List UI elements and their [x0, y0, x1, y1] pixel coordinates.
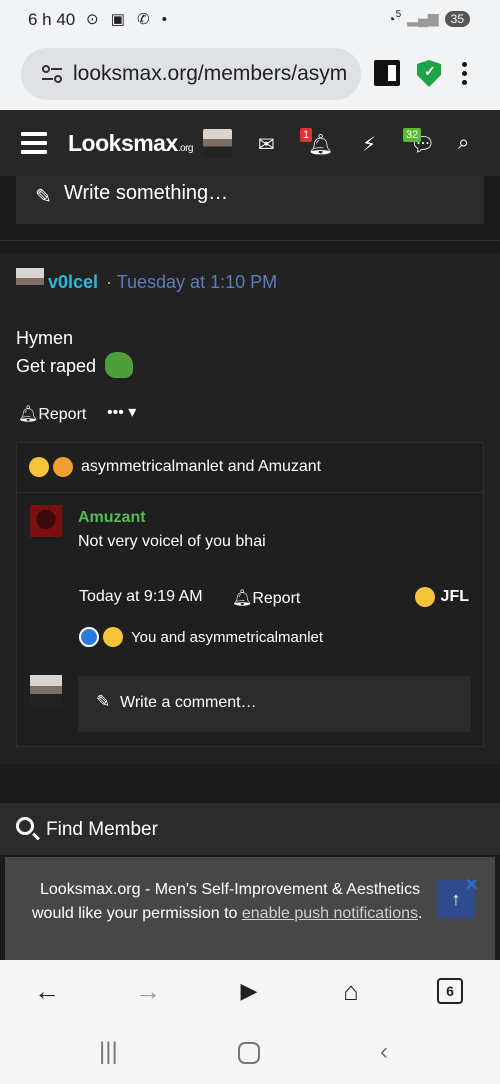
comments-section: asymmetricalmanlet and Amuzant Amuzant N…: [16, 442, 484, 747]
site-logo[interactable]: Looksmax.org: [68, 130, 194, 157]
write-status-label: Write something…: [64, 182, 229, 204]
find-member-label: Find Member: [46, 819, 158, 840]
search-icon[interactable]: ⌕: [458, 132, 469, 155]
browser-toolbar: looksmax.org/members/asym ✓: [0, 40, 500, 110]
jfl-reaction-button[interactable]: JFL: [414, 587, 469, 607]
site-header: Looksmax.org ✉ 🔔︎ 1 ⚡︎ 💬︎ 32 ⌕: [0, 110, 500, 176]
status-bar: 6 h 40 ⊙ ▣ ✆ • ◔ 5 ▂▄▆ 35: [0, 0, 500, 40]
security-shield-icon[interactable]: ✓: [417, 60, 441, 87]
divider: [17, 492, 483, 493]
comment-timestamp[interactable]: Today at 9:19 AM: [79, 588, 203, 606]
forward-arrow-icon[interactable]: →: [131, 974, 165, 1008]
reaction-summary[interactable]: asymmetricalmanlet and Amuzant: [29, 457, 321, 477]
comment-placeholder: Write a comment…: [120, 694, 257, 711]
notification-icons: ⊙ ▣ ✆ •: [86, 11, 172, 28]
system-status: ◔ 5 ▂▄▆ 35: [387, 9, 470, 27]
comment-author[interactable]: Amuzant: [78, 509, 146, 527]
browser-menu-icon[interactable]: [462, 62, 468, 86]
back-arrow-icon[interactable]: ←: [30, 974, 64, 1008]
conversations-badge: 32: [403, 128, 422, 142]
notice-text: Looksmax.org - Men's Self-Improvement & …: [40, 881, 421, 898]
lightning-icon[interactable]: ⚡︎: [362, 132, 376, 157]
pencil-icon: ✎: [96, 692, 111, 711]
system-navigation-bar: ||| ‹: [0, 1022, 500, 1084]
recent-apps-icon[interactable]: |||: [99, 1038, 118, 1066]
alerts-badge: 1: [300, 128, 313, 142]
laughing-emoji-icon: [103, 627, 123, 647]
laughing-emoji-icon: [29, 457, 49, 477]
comment-report-button[interactable]: 🔔︎Report: [232, 588, 300, 608]
address-bar[interactable]: looksmax.org/members/asym: [21, 48, 361, 100]
profile-content: ✎ Write something… v0lcel · Tuesday at 1…: [0, 176, 500, 960]
more-options-button[interactable]: ••• ▾: [107, 402, 136, 422]
post-author[interactable]: v0lcel: [48, 272, 98, 293]
search-icon: [16, 817, 34, 835]
bell-icon: 🔔︎: [18, 406, 39, 423]
reader-mode-icon[interactable]: [374, 60, 400, 86]
inbox-icon[interactable]: ✉: [258, 132, 275, 157]
media-feed-icon[interactable]: ▶︎: [232, 974, 266, 1008]
divider: [0, 240, 500, 241]
report-button[interactable]: 🔔︎Report: [18, 404, 86, 424]
laughing-emoji-icon: [414, 587, 435, 607]
comment-reaction-summary[interactable]: You and asymmetricalmanlet: [79, 627, 323, 647]
tab-switcher-button[interactable]: 6: [437, 978, 463, 1004]
comment-author-avatar[interactable]: [30, 505, 62, 537]
write-status-box[interactable]: ✎ Write something…: [16, 176, 484, 224]
pepe-emoji-icon: [105, 352, 133, 378]
post-author-avatar[interactable]: [16, 268, 44, 296]
sad-emoji-icon: [53, 457, 73, 477]
post-body-line: Get raped: [16, 356, 97, 376]
chevron-down-icon: ▾: [128, 404, 137, 421]
wifi-strength: 5: [395, 9, 402, 20]
account-avatar[interactable]: [203, 129, 232, 158]
clock: 6 h 40: [28, 10, 76, 29]
site-settings-icon[interactable]: [41, 63, 63, 85]
notice-text: would like your permission to enable pus…: [32, 905, 423, 922]
bell-icon: 🔔︎: [232, 590, 253, 607]
home-circle-icon[interactable]: [238, 1042, 260, 1064]
close-notice-icon[interactable]: ✕: [465, 875, 478, 895]
home-icon[interactable]: ⌂: [334, 974, 368, 1008]
like-emoji-icon: [79, 627, 99, 647]
menu-icon[interactable]: [21, 132, 47, 154]
browser-bottom-nav: ← → ▶︎ ⌂ 6: [0, 960, 500, 1022]
find-member-bar[interactable]: Find Member: [0, 803, 500, 855]
post-timestamp[interactable]: · Tuesday at 1:10 PM: [106, 272, 277, 293]
comment-input[interactable]: ✎ Write a comment…: [78, 676, 471, 732]
enable-push-link[interactable]: enable push notifications: [242, 905, 418, 922]
system-back-icon[interactable]: ‹: [380, 1038, 388, 1066]
push-notification-notice: Looksmax.org - Men's Self-Improvement & …: [5, 857, 495, 960]
battery-indicator: 35: [444, 10, 470, 27]
profile-post: v0lcel · Tuesday at 1:10 PM Hymen Get ra…: [0, 254, 500, 764]
cell-signal-icon: ▂▄▆: [407, 10, 439, 26]
my-avatar: [30, 675, 62, 707]
pencil-icon: ✎: [35, 186, 52, 208]
url-text[interactable]: looksmax.org/members/asym: [73, 62, 347, 86]
wifi-icon: ◔: [387, 10, 396, 27]
comment-text: Not very voicel of you bhai: [78, 533, 266, 550]
post-body-line: Hymen: [16, 328, 74, 348]
